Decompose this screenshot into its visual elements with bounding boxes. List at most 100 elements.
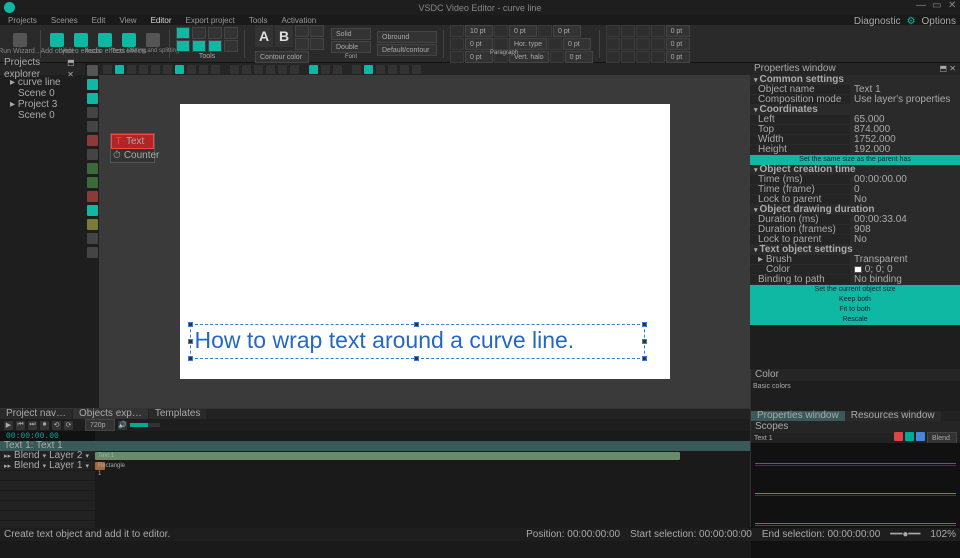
timeline-clip[interactable]: Text 1 bbox=[95, 452, 680, 460]
tool-3[interactable] bbox=[87, 107, 98, 118]
tool-btn[interactable] bbox=[224, 27, 238, 39]
tab-project-nav[interactable]: Project nav… bbox=[0, 409, 72, 419]
close-button[interactable]: ✕ bbox=[948, 2, 956, 10]
text-object[interactable]: How to wrap text around a curve line. bbox=[190, 324, 645, 359]
canvas-area: TText ⏱Counter How to wrap text around a… bbox=[99, 63, 750, 408]
handle[interactable] bbox=[642, 322, 647, 327]
tree-item[interactable]: Scene 0 bbox=[2, 88, 83, 99]
menu-edit[interactable]: Edit bbox=[92, 16, 106, 25]
tool-btn[interactable] bbox=[192, 40, 206, 52]
tool-btn[interactable] bbox=[224, 40, 238, 52]
tool-btn[interactable] bbox=[208, 27, 222, 39]
tool-10[interactable] bbox=[87, 219, 98, 230]
play-button[interactable]: ▶ bbox=[4, 421, 13, 430]
tool-btn[interactable] bbox=[176, 27, 190, 39]
prop-comp-mode[interactable]: Use layer's properties bbox=[850, 95, 960, 104]
prop-width[interactable]: 1752.000 bbox=[850, 135, 960, 144]
app-logo-icon bbox=[4, 2, 15, 13]
menu-export[interactable]: Export project bbox=[186, 16, 235, 25]
align-center[interactable] bbox=[621, 25, 635, 37]
font-a-button[interactable]: A bbox=[255, 25, 273, 47]
menu-editor[interactable]: Editor bbox=[151, 16, 172, 25]
right-bottom-panels: Color Basic colors Properties windowReso… bbox=[750, 369, 960, 527]
tree-item[interactable]: Scene 0 bbox=[2, 110, 83, 121]
text-btn[interactable] bbox=[310, 25, 324, 37]
tool-7[interactable] bbox=[87, 177, 98, 188]
menu-tools[interactable]: Tools bbox=[249, 16, 268, 25]
align-right[interactable] bbox=[636, 25, 650, 37]
tree-item[interactable]: ▸ curve line bbox=[2, 77, 83, 88]
tree-item[interactable]: ▸ Project 3 bbox=[2, 99, 83, 110]
tool-btn[interactable] bbox=[208, 40, 222, 52]
tool-2[interactable] bbox=[87, 93, 98, 104]
style-double-dd[interactable]: Double bbox=[331, 41, 371, 53]
prop-top[interactable]: 874.000 bbox=[850, 125, 960, 134]
tool-column bbox=[85, 63, 99, 408]
rescale-button[interactable]: Rescale bbox=[750, 315, 960, 325]
ctx-text[interactable]: TText bbox=[111, 134, 154, 149]
prop-left[interactable]: 65.000 bbox=[850, 115, 960, 124]
handle[interactable] bbox=[188, 322, 193, 327]
tool-1[interactable] bbox=[87, 79, 98, 90]
handle[interactable] bbox=[642, 339, 647, 344]
style-obround-dd[interactable]: Obround bbox=[377, 31, 437, 43]
tool-9[interactable] bbox=[87, 205, 98, 216]
status-message: Create text object and add it to editor. bbox=[4, 529, 170, 540]
text-effects-button[interactable]: Text effects bbox=[119, 29, 139, 59]
text-btn[interactable] bbox=[295, 25, 309, 37]
fit-button[interactable]: Fit to both bbox=[750, 305, 960, 315]
text-btn[interactable] bbox=[295, 38, 309, 50]
menu-view[interactable]: View bbox=[119, 16, 136, 25]
style-default-dd[interactable]: Default/contour bbox=[377, 44, 437, 56]
font-group: A B Contour color bbox=[255, 25, 324, 63]
text-content[interactable]: How to wrap text around a curve line. bbox=[191, 325, 644, 356]
project-tree[interactable]: ▸ curve line Scene 0 ▸ Project 3 Scene 0 bbox=[0, 75, 85, 123]
tab-objects[interactable]: Objects exp… bbox=[73, 409, 148, 419]
handle[interactable] bbox=[642, 356, 647, 361]
tool-5[interactable] bbox=[87, 149, 98, 160]
tool-btn[interactable] bbox=[192, 27, 206, 39]
canvas[interactable]: How to wrap text around a curve line. bbox=[180, 104, 670, 379]
tool-4[interactable] bbox=[87, 121, 98, 132]
tool-8[interactable] bbox=[87, 191, 98, 202]
tool-btn[interactable] bbox=[176, 40, 190, 52]
tool-12[interactable] bbox=[87, 247, 98, 258]
canvas-toolbar bbox=[99, 63, 750, 75]
tool-arrow[interactable] bbox=[87, 65, 98, 76]
contour-color-dd[interactable]: Contour color bbox=[255, 51, 309, 63]
ctx-counter[interactable]: ⏱Counter bbox=[111, 149, 154, 162]
diagnostic-link[interactable]: Diagnostic bbox=[854, 16, 901, 27]
style-solid-dd[interactable]: Solid bbox=[331, 28, 371, 40]
options-link[interactable]: Options bbox=[922, 16, 956, 27]
cut-split-button[interactable]: Cutting and splitting bbox=[143, 29, 163, 59]
panel-close[interactable]: ⬒ ✕ bbox=[940, 63, 956, 75]
run-wizard-button[interactable]: Run Wizard… bbox=[6, 29, 34, 59]
handle[interactable] bbox=[188, 356, 193, 361]
maximize-button[interactable]: ▭ bbox=[932, 2, 940, 10]
handle[interactable] bbox=[414, 356, 419, 361]
text-btn[interactable] bbox=[310, 38, 324, 50]
prop-height[interactable]: 192.000 bbox=[850, 145, 960, 154]
layer-row[interactable]: ▸▸ Blend ▾ Layer 1 ▾ bbox=[0, 461, 95, 471]
set-parent-button[interactable]: Set the current object size bbox=[750, 285, 960, 295]
prop-object-name[interactable]: Text 1 bbox=[850, 85, 960, 94]
tool-text[interactable] bbox=[87, 135, 98, 146]
minimize-button[interactable]: — bbox=[916, 2, 924, 10]
tab-templates[interactable]: Templates bbox=[149, 409, 207, 419]
resolution-dd[interactable]: 720p bbox=[85, 419, 115, 431]
handle[interactable] bbox=[188, 339, 193, 344]
menu-activation[interactable]: Activation bbox=[282, 16, 317, 25]
zoom-slider[interactable]: ━━●━━ bbox=[890, 529, 920, 540]
timeline-clip[interactable]: Rectangle 1 bbox=[95, 462, 105, 470]
tool-11[interactable] bbox=[87, 233, 98, 244]
align-left[interactable] bbox=[606, 25, 620, 37]
statusbar: Create text object and add it to editor.… bbox=[0, 528, 960, 541]
handle[interactable] bbox=[414, 322, 419, 327]
tool-6[interactable] bbox=[87, 163, 98, 174]
menu-projects[interactable]: Projects bbox=[8, 16, 37, 25]
prop-binding[interactable]: No binding bbox=[850, 275, 960, 284]
font-b-button[interactable]: B bbox=[275, 25, 293, 47]
menu-scenes[interactable]: Scenes bbox=[51, 16, 78, 25]
keep-button[interactable]: Keep both bbox=[750, 295, 960, 305]
menubar: Projects Scenes Edit View Editor Export … bbox=[0, 15, 960, 25]
